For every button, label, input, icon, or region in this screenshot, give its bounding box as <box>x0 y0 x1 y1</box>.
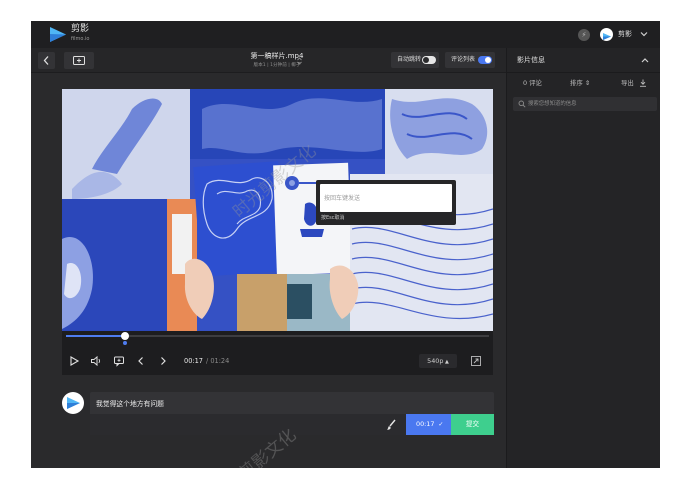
play-icon[interactable] <box>67 354 81 368</box>
side-panel-tabs: 0 评论 排序 ⇕ 导出 <box>507 74 660 94</box>
quality-label: 540p <box>427 357 444 365</box>
app-logo-name: 剪影 <box>71 24 90 34</box>
avatar-logo-icon <box>67 397 80 409</box>
popup-comment-input[interactable] <box>320 184 452 212</box>
check-icon: ✓ <box>438 421 444 428</box>
comment-marker[interactable] <box>123 341 128 345</box>
comment-composer: 00:17✓ 提交 <box>90 392 494 435</box>
tab-export[interactable]: 导出 <box>621 78 634 88</box>
composer-actions: 00:17 ✓ 提交 <box>90 414 494 435</box>
info-side-panel: 影片信息 0 评论 排序 ⇕ 导出 <box>506 48 660 468</box>
scrub-bar[interactable] <box>62 331 493 347</box>
scrub-progress <box>66 335 126 337</box>
video-player: 按Esc取消 <box>62 89 493 375</box>
media-upload-button[interactable] <box>64 52 94 69</box>
back-button[interactable] <box>38 52 55 69</box>
switch-knob <box>423 57 429 63</box>
side-panel-header: 影片信息 <box>507 48 660 73</box>
volume-icon[interactable] <box>89 354 103 368</box>
chevron-down-icon[interactable] <box>639 29 649 39</box>
scrub-handle[interactable] <box>121 332 130 340</box>
notification-icon[interactable]: ⚡ <box>578 29 590 41</box>
autoplay-label: 自动跳转 <box>397 56 422 63</box>
previous-frame-icon[interactable] <box>134 354 148 368</box>
chevron-up-small-icon: ▲ <box>443 359 449 365</box>
autoplay-toggle-box: 自动跳转 <box>391 52 439 68</box>
avatar-logo-icon <box>603 33 611 40</box>
top-header: 剪影 filmo.io ⚡ 剪影 <box>31 21 660 48</box>
side-panel-title: 影片信息 <box>517 56 545 64</box>
comment-list-switch[interactable] <box>478 56 492 64</box>
fullscreen-icon[interactable] <box>469 354 483 368</box>
user-avatar[interactable] <box>600 28 613 41</box>
download-icon[interactable] <box>639 79 647 87</box>
comment-bubble-icon[interactable] <box>112 354 126 368</box>
comment-list-toggle-box: 评论列表 <box>445 52 495 68</box>
autoplay-switch[interactable] <box>422 56 436 64</box>
total-time: / 01:24 <box>206 357 230 365</box>
submit-button[interactable]: 提交 <box>451 414 494 435</box>
chevron-left-icon <box>43 56 49 65</box>
player-controls: 00:17 / 01:24 540p ▲ <box>62 347 493 375</box>
next-frame-icon[interactable] <box>156 354 170 368</box>
app-window: 剪影 filmo.io ⚡ 剪影 第一稿样片.mp4 版本1 | 1分钟前 | … <box>31 21 660 468</box>
search-input[interactable] <box>528 98 653 110</box>
tab-comment-count[interactable]: 0 评论 <box>523 78 542 88</box>
comment-list-label: 评论列表 <box>451 56 476 63</box>
video-upload-icon <box>73 56 85 65</box>
composer-avatar <box>62 392 84 414</box>
user-name[interactable]: 剪影 <box>618 29 632 40</box>
file-meta: 版本1 | 1分钟前 | 椰子 <box>253 63 301 68</box>
file-title[interactable]: 第一稿样片.mp4 <box>227 52 327 61</box>
video-frame[interactable]: 按Esc取消 <box>62 89 493 331</box>
chevron-up-icon[interactable] <box>640 56 650 65</box>
tab-sort[interactable]: 排序 ⇕ <box>570 78 590 88</box>
switch-knob <box>485 57 491 63</box>
version-switch-icon[interactable] <box>296 56 303 66</box>
comment-input[interactable] <box>96 397 376 409</box>
quality-select[interactable]: 540p ▲ <box>419 354 457 368</box>
timestamp-toggle[interactable]: 00:17 ✓ <box>406 414 451 435</box>
app-logo-icon[interactable] <box>49 26 67 43</box>
search-box <box>513 97 657 111</box>
search-icon <box>518 100 526 108</box>
scrub-track[interactable] <box>66 332 489 340</box>
app-logo-domain: filmo.io <box>71 36 90 42</box>
current-time: 00:17 <box>184 357 204 365</box>
file-toolbar: 第一稿样片.mp4 版本1 | 1分钟前 | 椰子 自动跳转 评论列表 <box>31 48 506 73</box>
brush-icon[interactable] <box>380 416 404 433</box>
popup-esc-hint: 按Esc取消 <box>321 215 345 221</box>
timestamp-label: 00:17 <box>416 420 435 428</box>
comment-popup: 按Esc取消 <box>316 180 456 225</box>
